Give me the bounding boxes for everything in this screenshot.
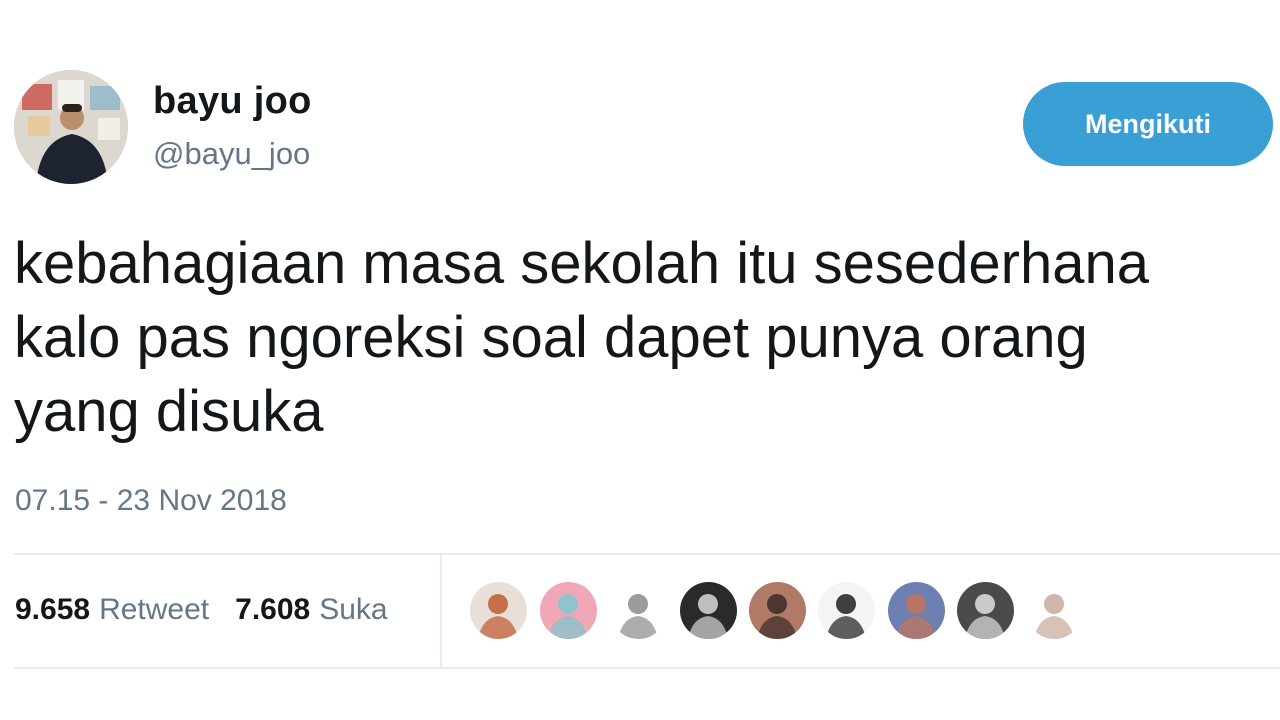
like-stat[interactable]: 7.608 Suka — [235, 593, 387, 627]
liker-avatar[interactable] — [888, 582, 945, 639]
liker-avatar[interactable] — [470, 582, 527, 639]
retweet-label: Retweet — [99, 593, 210, 626]
display-name[interactable]: bayu joo — [153, 80, 312, 123]
like-label: Suka — [319, 593, 388, 626]
divider — [14, 553, 1280, 555]
user-avatar-6-icon — [818, 582, 875, 639]
divider — [14, 667, 1280, 669]
liker-avatar[interactable] — [957, 582, 1014, 639]
tweet-stats: 9.658 Retweet 7.608 Suka — [15, 593, 388, 627]
liker-avatar[interactable] — [1026, 582, 1083, 639]
liker-avatar[interactable] — [680, 582, 737, 639]
user-avatar-9-icon — [1026, 582, 1083, 639]
stats-divider — [440, 555, 442, 667]
user-avatar-8-icon — [957, 582, 1014, 639]
user-handle[interactable]: @bayu_joo — [153, 136, 310, 172]
tweet-card: bayu joo @bayu_joo Mengikuti kebahagiaan… — [0, 0, 1280, 720]
liker-avatar[interactable] — [540, 582, 597, 639]
user-avatar-3-icon — [610, 582, 667, 639]
user-avatar-4-icon — [680, 582, 737, 639]
retweet-stat[interactable]: 9.658 Retweet — [15, 593, 209, 627]
liker-avatar[interactable] — [749, 582, 806, 639]
like-count: 7.608 — [235, 593, 311, 626]
user-avatar-5-icon — [749, 582, 806, 639]
tweet-timestamp[interactable]: 07.15 - 23 Nov 2018 — [15, 484, 287, 518]
tweet-text: kebahagiaan masa sekolah itu sesederhana… — [14, 231, 1150, 444]
retweet-count: 9.658 — [15, 593, 91, 626]
user-avatar-2-icon — [540, 582, 597, 639]
liker-avatar[interactable] — [610, 582, 667, 639]
user-avatar-7-icon — [888, 582, 945, 639]
profile-photo-icon — [14, 70, 128, 184]
liker-avatars — [470, 582, 1090, 639]
following-button[interactable]: Mengikuti — [1023, 82, 1273, 166]
liker-avatar[interactable] — [818, 582, 875, 639]
profile-avatar[interactable] — [14, 70, 128, 184]
user-avatar-1-icon — [470, 582, 527, 639]
